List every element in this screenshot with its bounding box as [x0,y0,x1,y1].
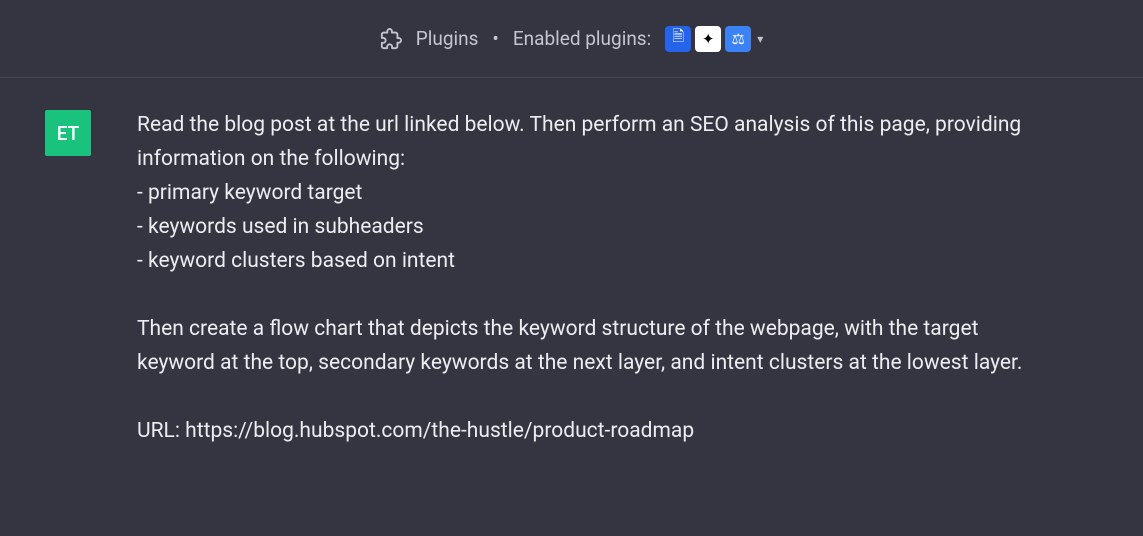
puzzle-icon [380,28,402,50]
enabled-plugins-label: Enabled plugins: [513,27,651,50]
message-para-2: Then create a flow chart that depicts th… [137,312,1043,380]
separator-dot: • [492,27,498,50]
message-line-intro: Read the blog post at the url linked bel… [137,108,1043,176]
plugin-icons-group[interactable]: 🗎 ✦ ⚖ ▾ [665,26,763,52]
plugin-icon-2[interactable]: ✦ [695,26,721,52]
message-url-line: URL: https://blog.hubspot.com/the-hustle… [137,414,1043,448]
plugin-icon-3[interactable]: ⚖ [725,26,751,52]
chevron-down-icon[interactable]: ▾ [757,32,763,46]
plugins-header: Plugins • Enabled plugins: 🗎 ✦ ⚖ ▾ [0,0,1143,78]
message-bullet-3: - keyword clusters based on intent [137,244,1043,278]
message-content: Read the blog post at the url linked bel… [137,108,1043,448]
message-bullet-1: - primary keyword target [137,176,1043,210]
plugin-icon-1[interactable]: 🗎 [665,26,691,52]
user-message-row: ET Read the blog post at the url linked … [0,78,1143,478]
message-bullet-2: - keywords used in subheaders [137,210,1043,244]
plugins-label: Plugins [416,27,479,50]
avatar: ET [45,110,91,156]
